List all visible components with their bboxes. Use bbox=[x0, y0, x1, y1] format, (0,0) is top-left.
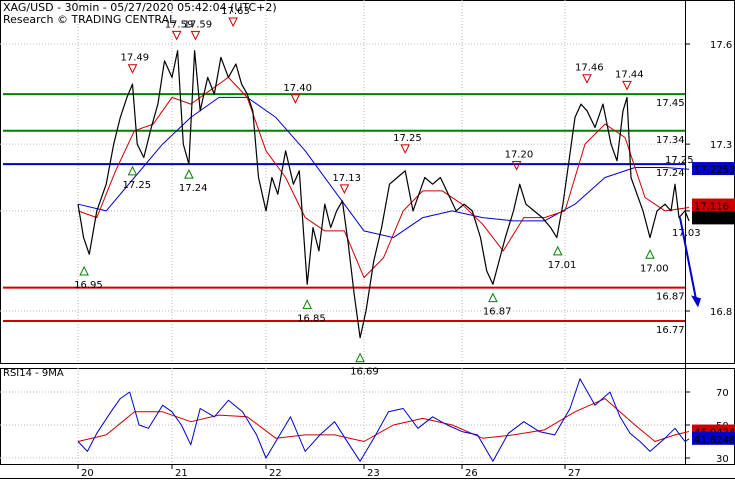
level-label-resistance: 17.34 bbox=[656, 135, 685, 146]
series-rsi bbox=[77, 378, 690, 462]
swing-low-label: 17.25 bbox=[123, 180, 152, 191]
rsi-panel-frame bbox=[0, 368, 735, 465]
swing-high-marker bbox=[582, 74, 592, 84]
swing-note-label: 17.25 bbox=[665, 155, 694, 166]
x-tick-label: 23 bbox=[367, 468, 380, 479]
x-tick-label: 27 bbox=[568, 468, 581, 479]
swing-high-marker bbox=[228, 17, 238, 28]
swing-low-marker bbox=[79, 265, 89, 276]
swing-low-label: 16.69 bbox=[350, 367, 379, 378]
level-label-resistance: 17.45 bbox=[656, 98, 685, 109]
swing-high-marker bbox=[622, 80, 632, 91]
swing-high-label: 17.63 bbox=[221, 6, 250, 17]
swing-note-label: 17.03 bbox=[672, 228, 701, 239]
swing-high-marker bbox=[511, 161, 522, 171]
swing-high-label: 17.46 bbox=[575, 63, 604, 74]
swing-high-label: 17.40 bbox=[283, 83, 312, 94]
level-label-support: 16.77 bbox=[656, 325, 685, 336]
swing-low-marker bbox=[302, 299, 312, 309]
y-tick-label: 17.6 bbox=[710, 40, 732, 51]
series-ma_fast bbox=[77, 76, 690, 279]
swing-low-label: 16.85 bbox=[297, 313, 326, 324]
chart-window: XAG/USD - 30min - 05/27/2020 05:42:04 (U… bbox=[0, 0, 735, 480]
swing-low-marker bbox=[645, 249, 655, 259]
last-value-label-blue: 17.2253 bbox=[694, 165, 735, 176]
rsi-last-value-label-blue: 41.6248 bbox=[694, 435, 735, 446]
y-tick-label: 16.8 bbox=[710, 307, 732, 318]
chart-canvas: 20212223262717.617.317.116.817.4517.3417… bbox=[0, 0, 735, 479]
swing-low-marker bbox=[355, 352, 365, 363]
level-label-support: 16.87 bbox=[656, 292, 685, 303]
swing-high-marker bbox=[171, 30, 182, 41]
swing-low-label: 16.87 bbox=[483, 307, 512, 318]
level-label-pivot: 17.24 bbox=[656, 168, 685, 179]
swing-high-label: 17.25 bbox=[393, 133, 422, 144]
x-tick-label: 21 bbox=[175, 468, 188, 479]
swing-low-marker bbox=[488, 292, 498, 303]
swing-high-marker bbox=[190, 30, 201, 41]
swing-low-label: 17.01 bbox=[548, 260, 577, 271]
swing-high-label: 17.20 bbox=[505, 150, 534, 161]
swing-low-label: 17.00 bbox=[640, 263, 669, 274]
last-value-label-red: 17.116 bbox=[694, 202, 729, 213]
x-tick-label: 20 bbox=[81, 468, 94, 479]
swing-low-marker bbox=[552, 245, 563, 256]
x-tick-label: 22 bbox=[269, 468, 282, 479]
swing-high-label: 17.13 bbox=[332, 173, 361, 184]
swing-high-marker bbox=[339, 184, 350, 194]
swing-high-label: 17.49 bbox=[121, 53, 150, 64]
swing-high-marker bbox=[290, 94, 301, 104]
swing-low-marker bbox=[184, 169, 194, 179]
rsi-y-tick-label: 70 bbox=[716, 388, 729, 399]
rsi-y-tick-label: 30 bbox=[716, 454, 729, 465]
swing-low-label: 17.24 bbox=[179, 183, 208, 194]
swing-high-marker bbox=[127, 64, 138, 74]
last-value-label-black: 17.0775 bbox=[694, 214, 735, 225]
swing-low-label: 16.95 bbox=[74, 280, 103, 291]
y-tick-label: 17.3 bbox=[710, 140, 732, 151]
forecast-arrow-head bbox=[691, 295, 701, 308]
swing-high-label: 17.44 bbox=[615, 69, 644, 80]
swing-high-label: 17.59 bbox=[184, 19, 213, 30]
swing-low-marker bbox=[127, 165, 138, 176]
swing-high-marker bbox=[400, 144, 410, 154]
x-tick-label: 26 bbox=[465, 468, 478, 479]
